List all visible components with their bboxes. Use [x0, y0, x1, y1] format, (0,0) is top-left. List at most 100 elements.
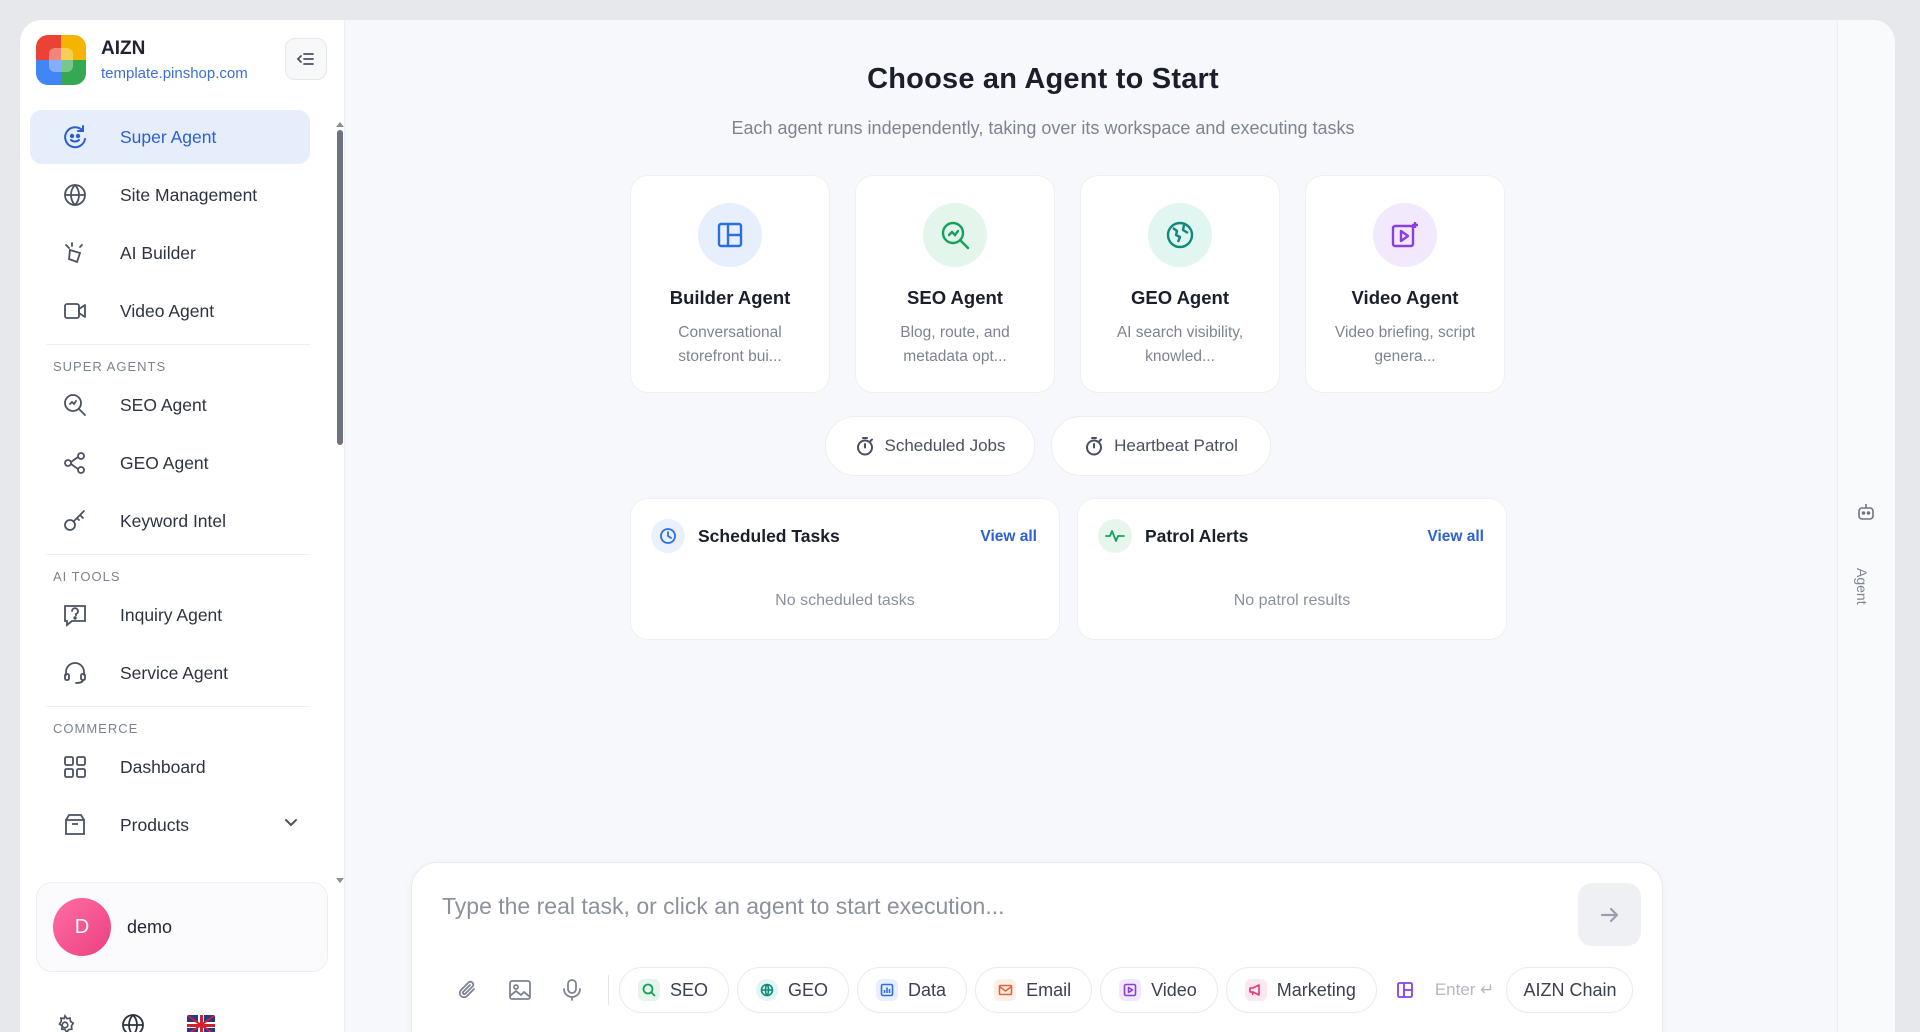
- task-composer: SEO GEO Data: [411, 862, 1663, 1032]
- key-icon: [60, 506, 90, 536]
- sidebar-item-label: Super Agent: [120, 126, 217, 147]
- paperclip-icon[interactable]: [452, 974, 484, 1006]
- sidebar-item-label: SEO Agent: [120, 394, 207, 415]
- sidebar-item-label: AI Builder: [120, 242, 196, 263]
- scheduled-jobs-button[interactable]: Scheduled Jobs: [825, 416, 1035, 476]
- sidebar-item-label: GEO Agent: [120, 452, 209, 473]
- nav-divider: [46, 344, 310, 345]
- main-content: Choose an Agent to Start Each agent runs…: [345, 20, 1895, 1032]
- globe-icon: [1166, 221, 1194, 249]
- agent-card-geo[interactable]: GEO Agent AI search visibility, knowled.…: [1080, 175, 1280, 393]
- page-subtitle: Each agent runs independently, taking ov…: [731, 118, 1355, 138]
- chip-email[interactable]: Email: [975, 967, 1093, 1013]
- view-all-link[interactable]: View all: [1427, 528, 1484, 546]
- mail-icon: [994, 979, 1017, 1001]
- sidebar-item-video-agent[interactable]: Video Agent: [30, 284, 326, 338]
- empty-state: No scheduled tasks: [775, 592, 915, 609]
- language-globe-icon[interactable]: [118, 1010, 148, 1032]
- empty-state: No patrol results: [1233, 592, 1351, 609]
- toolbar-separator: [608, 975, 609, 1005]
- agent-icon-bg: [923, 203, 987, 267]
- image-icon[interactable]: [504, 974, 536, 1006]
- nav-divider: [46, 706, 310, 707]
- collapse-sidebar-button[interactable]: [285, 38, 327, 80]
- sidebar-scrollbar[interactable]: [337, 130, 343, 445]
- sidebar-item-seo-agent[interactable]: SEO Agent: [30, 378, 326, 432]
- chain-selector[interactable]: AIZN Chain: [1506, 967, 1634, 1013]
- user-name: demo: [127, 916, 173, 937]
- agent-desc: Blog, route, and metadata opt...: [900, 324, 1010, 365]
- headset-icon: [60, 658, 90, 688]
- clock-icon: [651, 519, 685, 553]
- search-icon: [60, 390, 90, 420]
- pulse-icon: [1098, 519, 1132, 553]
- chip-video[interactable]: Video: [1100, 967, 1218, 1013]
- avatar: D: [53, 898, 111, 956]
- brand-name: AIZN: [101, 38, 146, 59]
- scroll-down-arrow[interactable]: [336, 878, 344, 883]
- sidebar-item-geo-agent[interactable]: GEO Agent: [30, 436, 326, 490]
- chip-marketing[interactable]: Marketing: [1225, 967, 1377, 1013]
- chip-geo[interactable]: GEO: [737, 967, 850, 1013]
- layout-icon: [717, 222, 743, 248]
- view-all-link[interactable]: View all: [980, 528, 1037, 546]
- uk-flag-icon[interactable]: [186, 1010, 216, 1032]
- robot-icon[interactable]: [1856, 502, 1876, 527]
- agent-icon-bg: [698, 203, 762, 267]
- sidebar-item-inquiry-agent[interactable]: Inquiry Agent: [30, 588, 326, 642]
- microphone-icon[interactable]: [556, 974, 588, 1006]
- chip-label: Video: [1151, 979, 1197, 1000]
- heartbeat-patrol-button[interactable]: Heartbeat Patrol: [1051, 416, 1271, 476]
- pill-label: Heartbeat Patrol: [1114, 436, 1238, 455]
- agent-name: SEO Agent: [907, 287, 1003, 308]
- pill-label: Scheduled Jobs: [884, 436, 1006, 455]
- play-icon: [1119, 979, 1142, 1001]
- section-super-agents: SUPER AGENTS: [53, 359, 167, 374]
- sidebar-item-label: Site Management: [120, 184, 258, 205]
- agent-card-builder[interactable]: Builder Agent Conversational storefront …: [630, 175, 830, 393]
- send-button[interactable]: [1578, 883, 1641, 946]
- layout-icon[interactable]: [1389, 974, 1421, 1006]
- chip-label: AIZN Chain: [1523, 979, 1617, 1000]
- video-sparkle-icon: [1391, 222, 1418, 248]
- user-card[interactable]: D demo: [36, 882, 328, 972]
- sidebar-item-service-agent[interactable]: Service Agent: [30, 646, 326, 700]
- enter-hint: Enter ↵: [1434, 980, 1495, 999]
- sidebar-item-site-management[interactable]: Site Management: [30, 168, 326, 222]
- agent-name: Video Agent: [1351, 287, 1459, 308]
- brand[interactable]: AIZN template.pinshop.com: [36, 35, 248, 85]
- section-commerce: COMMERCE: [53, 721, 139, 736]
- chevron-down-icon[interactable]: [283, 814, 299, 835]
- task-input[interactable]: [442, 893, 1542, 920]
- search-chart-icon: [941, 221, 970, 250]
- search-icon: [638, 979, 660, 1001]
- agent-card-video[interactable]: Video Agent Video briefing, script gener…: [1305, 175, 1505, 393]
- inquiry-icon: [60, 600, 90, 630]
- agent-icon-bg: [1373, 203, 1437, 267]
- arrow-right-icon: [1600, 907, 1618, 922]
- patrol-alerts-panel: Patrol Alerts View all No patrol results: [1077, 498, 1507, 640]
- sidebar-item-label: Keyword Intel: [120, 510, 227, 531]
- chip-label: GEO: [788, 979, 829, 1000]
- chip-label: SEO: [670, 979, 709, 1000]
- sidebar-item-super-agent[interactable]: Super Agent: [30, 110, 310, 164]
- chip-data[interactable]: Data: [857, 967, 968, 1013]
- bar-chart-icon: [876, 979, 899, 1001]
- sidebar-item-products[interactable]: Products: [30, 798, 326, 852]
- sidebar-item-keyword-intel[interactable]: Keyword Intel: [30, 494, 326, 548]
- sidebar-item-dashboard[interactable]: Dashboard: [30, 740, 326, 794]
- nav-divider: [46, 554, 310, 555]
- agent-rail-label[interactable]: Agent: [1854, 568, 1870, 605]
- gear-icon[interactable]: [50, 1010, 80, 1032]
- chip-label: Data: [908, 979, 947, 1000]
- sidebar-item-label: Inquiry Agent: [120, 604, 223, 625]
- video-camera-icon: [60, 296, 90, 326]
- chip-seo[interactable]: SEO: [619, 967, 730, 1013]
- agent-card-seo[interactable]: SEO Agent Blog, route, and metadata opt.…: [855, 175, 1055, 393]
- brand-url[interactable]: template.pinshop.com: [101, 65, 248, 82]
- share-nodes-icon: [60, 448, 90, 478]
- sidebar-item-ai-builder[interactable]: AI Builder: [30, 226, 326, 280]
- stopwatch-icon: [1084, 436, 1104, 456]
- scroll-up-arrow[interactable]: [336, 122, 344, 127]
- panel-title: Patrol Alerts: [1145, 525, 1249, 546]
